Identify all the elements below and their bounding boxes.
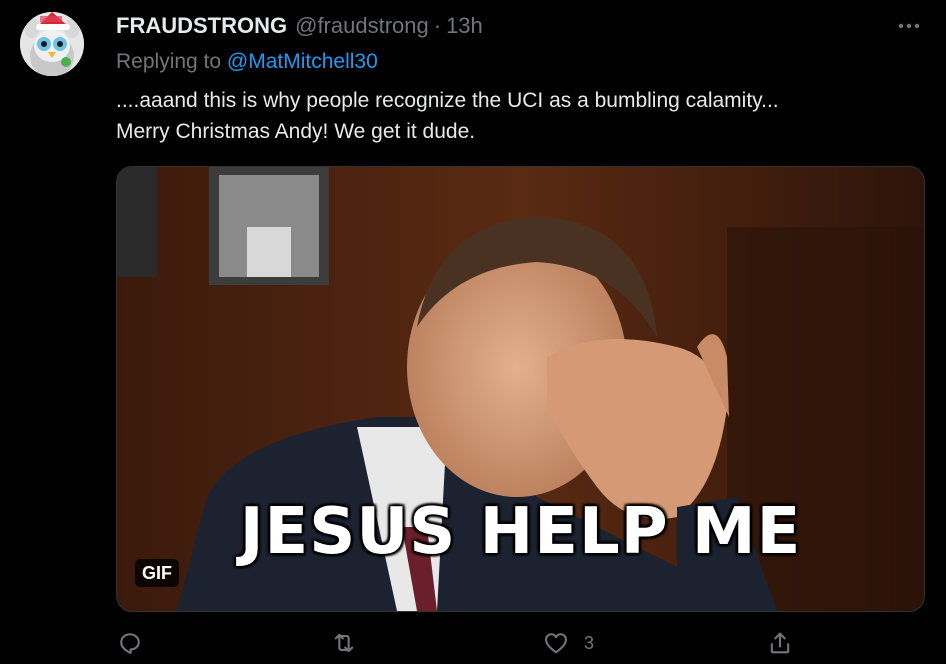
more-options-button[interactable]	[894, 14, 924, 38]
avatar-furby-image	[20, 12, 84, 76]
replying-to-line: Replying to @MatMitchell30	[116, 50, 378, 74]
display-name[interactable]: FRAUDSTRONG	[116, 13, 287, 39]
gif-caption: JESUS HELP ME	[239, 495, 802, 569]
gif-badge: GIF	[135, 559, 179, 587]
like-button[interactable]: 3	[542, 626, 594, 660]
tweet-text-line-2: Merry Christmas Andy! We get it dude.	[116, 120, 476, 143]
tweet-text-line-1: ....aaand this is why people recognize t…	[116, 89, 779, 112]
share-icon	[770, 632, 790, 654]
share-button[interactable]	[766, 626, 794, 660]
tweet-time[interactable]: 13h	[446, 13, 483, 39]
replying-to-label: Replying to	[116, 50, 227, 73]
tweet-text: ....aaand this is why people recognize t…	[116, 85, 916, 147]
tweet-header: FRAUDSTRONG @fraudstrong · 13h	[116, 12, 483, 40]
replying-to-mention[interactable]: @MatMitchell30	[227, 50, 378, 73]
separator-dot: ·	[433, 13, 442, 38]
reply-button[interactable]	[116, 626, 144, 660]
gif-media[interactable]: JESUS HELP ME GIF	[116, 166, 925, 612]
user-handle[interactable]: @fraudstrong	[295, 13, 429, 39]
more-dots-icon	[898, 23, 920, 29]
heart-icon	[545, 633, 567, 654]
tweet-action-bar: 3	[0, 626, 946, 660]
reply-icon	[120, 633, 140, 654]
like-count: 3	[584, 632, 595, 653]
retweet-button[interactable]	[330, 626, 358, 660]
avatar[interactable]	[20, 12, 84, 76]
retweet-icon	[334, 633, 354, 653]
